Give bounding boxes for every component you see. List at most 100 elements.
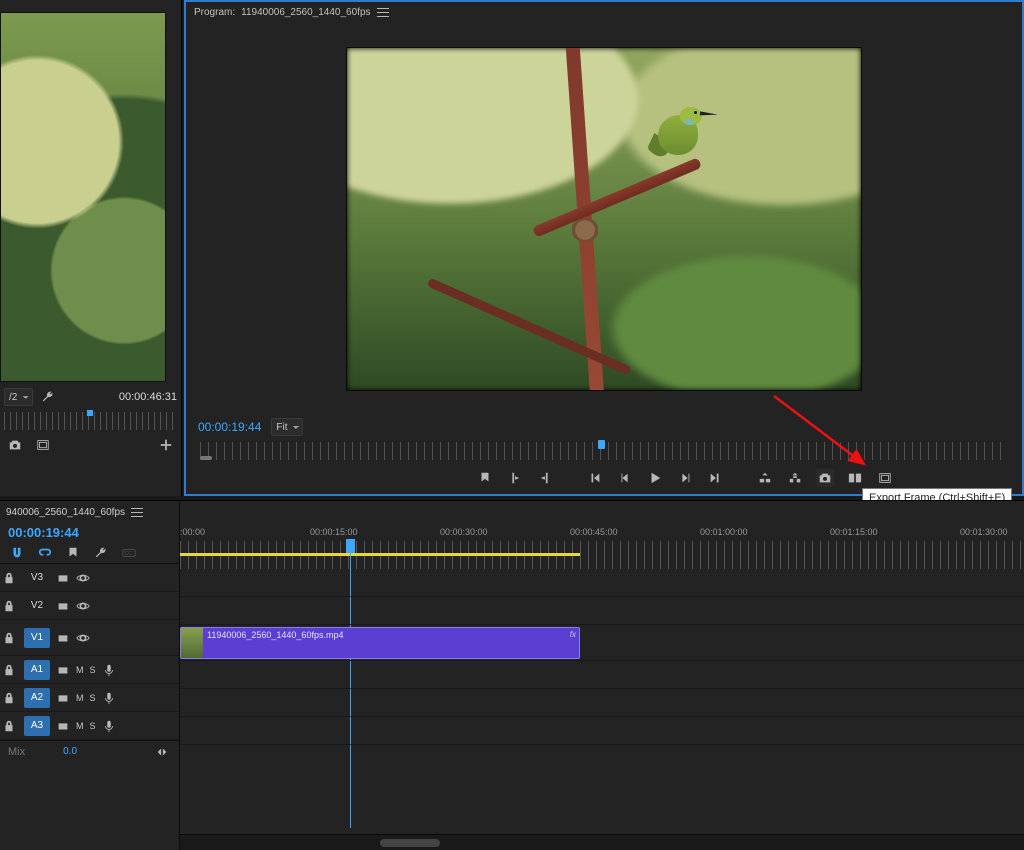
svg-text:CC: CC: [125, 550, 133, 556]
scrollbar-thumb[interactable]: [380, 839, 440, 847]
source-playhead[interactable]: [87, 410, 93, 416]
lock-icon[interactable]: [0, 717, 18, 735]
safe-margins-icon[interactable]: [34, 436, 52, 454]
sync-lock-icon[interactable]: [56, 597, 70, 615]
clip-thumbnail: [181, 628, 203, 658]
track-header-v2[interactable]: V2: [0, 592, 179, 620]
track-label[interactable]: A2: [24, 688, 50, 708]
solo-button[interactable]: S: [90, 693, 96, 703]
linked-selection-icon[interactable]: [36, 544, 54, 562]
wrench-icon[interactable]: [92, 544, 110, 562]
mix-track-header[interactable]: Mix 0.0: [0, 740, 179, 762]
track-label[interactable]: V3: [24, 568, 50, 588]
timeline-timecode[interactable]: 00:00:19:44: [0, 523, 179, 542]
track-header-v1[interactable]: V1: [0, 620, 179, 656]
program-monitor-view[interactable]: [346, 47, 862, 391]
voiceover-icon[interactable]: [102, 689, 116, 707]
captions-icon[interactable]: CC: [120, 544, 138, 562]
sync-lock-icon[interactable]: [56, 629, 70, 647]
source-monitor-view[interactable]: [0, 12, 166, 382]
panel-menu-icon[interactable]: [377, 8, 389, 18]
ruler-tick: 00:00:45:00: [570, 527, 618, 537]
ruler-tick: 00:01:00:00: [700, 527, 748, 537]
plus-icon[interactable]: [157, 436, 175, 454]
track-row-a3[interactable]: [180, 717, 1024, 745]
sequence-tab[interactable]: 940006_2560_1440_60fps: [6, 507, 125, 518]
panel-menu-icon[interactable]: [131, 508, 143, 518]
snap-icon[interactable]: [8, 544, 26, 562]
track-row-v3[interactable]: [180, 569, 1024, 597]
source-duration: 00:00:46:31: [119, 391, 177, 403]
source-time-ruler[interactable]: [4, 412, 177, 430]
timeline-ruler[interactable]: :00:0000:00:15:0000:00:30:0000:00:45:000…: [180, 541, 1024, 569]
voiceover-icon[interactable]: [102, 661, 116, 679]
sync-lock-icon[interactable]: [56, 661, 70, 679]
track-label[interactable]: A1: [24, 660, 50, 680]
program-playhead[interactable]: [598, 440, 605, 449]
program-time-ruler[interactable]: [200, 442, 1008, 460]
clip-fx-badge: fx: [570, 630, 576, 639]
track-header-v3[interactable]: V3: [0, 564, 179, 592]
clip-name: 11940006_2560_1440_60fps.mp4: [203, 628, 347, 642]
mark-out-icon[interactable]: [536, 469, 554, 487]
program-monitor-panel: Program: 11940006_2560_1440_60fps 00:00:…: [184, 0, 1024, 496]
lock-icon[interactable]: [0, 661, 18, 679]
sync-lock-icon[interactable]: [56, 569, 70, 587]
track-row-a1[interactable]: [180, 661, 1024, 689]
program-timecode[interactable]: 00:00:19:44: [198, 420, 261, 434]
track-row-a2[interactable]: [180, 689, 1024, 717]
play-icon[interactable]: [646, 469, 664, 487]
mute-button[interactable]: M: [76, 693, 84, 703]
track-label[interactable]: A3: [24, 716, 50, 736]
mix-label: Mix: [8, 746, 25, 758]
mark-in-icon[interactable]: [506, 469, 524, 487]
voiceover-icon[interactable]: [102, 717, 116, 735]
solo-button[interactable]: S: [90, 721, 96, 731]
mute-button[interactable]: M: [76, 665, 84, 675]
track-header-a1[interactable]: A1 M S: [0, 656, 179, 684]
extract-icon[interactable]: [786, 469, 804, 487]
toggle-track-output-icon[interactable]: [76, 569, 90, 587]
safe-margins-icon[interactable]: [876, 469, 894, 487]
track-row-v1[interactable]: 11940006_2560_1440_60fps.mp4 fx: [180, 625, 1024, 661]
source-zoom-select[interactable]: /2: [4, 388, 33, 406]
program-clip-name: 11940006_2560_1440_60fps: [241, 7, 370, 18]
lock-icon[interactable]: [0, 597, 18, 615]
ruler-tick: 00:00:30:00: [440, 527, 488, 537]
step-forward-icon[interactable]: [676, 469, 694, 487]
track-label[interactable]: V1: [24, 628, 50, 648]
track-label[interactable]: V2: [24, 596, 50, 616]
marker-icon[interactable]: [476, 469, 494, 487]
go-to-out-icon[interactable]: [706, 469, 724, 487]
program-zoom-select[interactable]: Fit: [271, 418, 303, 436]
lift-icon[interactable]: [756, 469, 774, 487]
solo-button[interactable]: S: [90, 665, 96, 675]
comparison-view-icon[interactable]: [846, 469, 864, 487]
sync-lock-icon[interactable]: [56, 689, 70, 707]
sync-lock-icon[interactable]: [56, 717, 70, 735]
track-header-a3[interactable]: A3 M S: [0, 712, 179, 740]
lock-icon[interactable]: [0, 569, 18, 587]
work-area-bar[interactable]: [180, 553, 580, 556]
toggle-track-output-icon[interactable]: [76, 629, 90, 647]
export-frame-button[interactable]: [816, 469, 834, 487]
add-marker-icon[interactable]: [64, 544, 82, 562]
zoom-scroll-handle[interactable]: [200, 456, 212, 460]
track-header-a2[interactable]: A2 M S: [0, 684, 179, 712]
lock-icon[interactable]: [0, 689, 18, 707]
step-back-icon[interactable]: [616, 469, 634, 487]
wrench-icon[interactable]: [39, 388, 57, 406]
source-monitor-panel: /2 00:00:46:31: [0, 0, 182, 496]
expand-icon[interactable]: [153, 743, 171, 761]
mute-button[interactable]: M: [76, 721, 84, 731]
mix-level[interactable]: 0.0: [63, 746, 77, 757]
track-row-v2[interactable]: [180, 597, 1024, 625]
timeline-horizontal-scrollbar[interactable]: [180, 834, 1024, 850]
program-panel-label-prefix: Program:: [194, 7, 235, 18]
toggle-track-output-icon[interactable]: [76, 597, 90, 615]
video-clip[interactable]: 11940006_2560_1440_60fps.mp4 fx: [180, 627, 580, 659]
lock-icon[interactable]: [0, 629, 18, 647]
ruler-tick: 00:01:15:00: [830, 527, 878, 537]
go-to-in-icon[interactable]: [586, 469, 604, 487]
camera-icon[interactable]: [6, 436, 24, 454]
